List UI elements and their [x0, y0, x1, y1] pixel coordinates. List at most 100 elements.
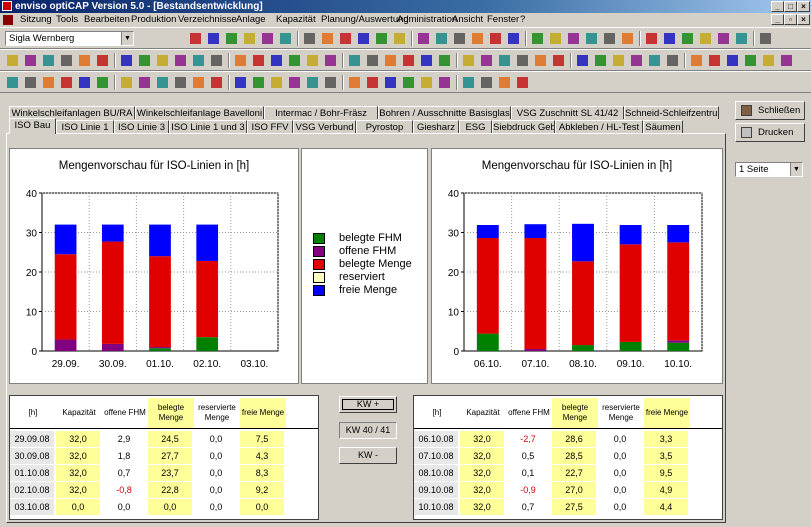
tab-row2-10[interactable]: Siebdruck Geb.5 [492, 120, 555, 133]
menu-item-11[interactable]: Fenster [487, 13, 519, 27]
tool-icon[interactable] [452, 31, 467, 46]
tool-icon[interactable] [233, 75, 248, 90]
tool-icon[interactable] [533, 53, 548, 68]
tool-icon[interactable] [242, 31, 257, 46]
tab-row2-7[interactable]: Pyrostop [356, 120, 413, 133]
maximize-button[interactable]: □ [784, 1, 797, 12]
tool-icon[interactable] [323, 75, 338, 90]
menu-item-12[interactable]: ? [520, 13, 525, 27]
tool-icon[interactable] [662, 31, 677, 46]
pages-combo[interactable]: 1 Seite ▼ [735, 162, 803, 177]
tool-icon[interactable] [137, 75, 152, 90]
tab-row2-5[interactable]: ISO FFV [247, 120, 293, 133]
menu-item-7[interactable]: Kapazität [276, 13, 316, 27]
menu-item-5[interactable]: Verzeichnisse [178, 13, 237, 27]
tool-icon[interactable] [95, 75, 110, 90]
tool-icon[interactable] [23, 75, 38, 90]
tab-row2-1[interactable]: ISO Bau [9, 118, 56, 134]
kw-minus-button[interactable]: KW - [339, 447, 397, 464]
tool-icon[interactable] [479, 53, 494, 68]
tool-icon[interactable] [761, 53, 776, 68]
tool-icon[interactable] [224, 31, 239, 46]
menu-item-9[interactable]: Administration [397, 13, 457, 27]
tool-icon[interactable] [173, 75, 188, 90]
tab-row2-4[interactable]: ISO Linie 1 und 3 [169, 120, 247, 133]
print-button[interactable]: Drucken [735, 123, 805, 142]
chevron-down-icon[interactable]: ▼ [121, 32, 133, 45]
tool-icon[interactable] [260, 31, 275, 46]
menu-item-3[interactable]: Bearbeiten [84, 13, 130, 27]
tool-icon[interactable] [647, 53, 662, 68]
tool-icon[interactable] [119, 53, 134, 68]
tool-icon[interactable] [419, 53, 434, 68]
tool-icon[interactable] [23, 53, 38, 68]
tool-icon[interactable] [209, 75, 224, 90]
tool-icon[interactable] [734, 31, 749, 46]
tool-icon[interactable] [191, 75, 206, 90]
tool-icon[interactable] [77, 75, 92, 90]
tool-icon[interactable] [551, 53, 566, 68]
tool-icon[interactable] [287, 53, 302, 68]
mdi-restore-button[interactable]: ▫ [784, 14, 797, 25]
tool-icon[interactable] [59, 53, 74, 68]
tool-icon[interactable] [401, 53, 416, 68]
tab-row2-3[interactable]: ISO Linie 3 [114, 120, 169, 133]
tool-icon[interactable] [707, 53, 722, 68]
menu-item-8[interactable]: Planung/Auswertung [321, 13, 409, 27]
tool-icon[interactable] [269, 75, 284, 90]
tool-icon[interactable] [302, 31, 317, 46]
tab-row2-8[interactable]: Giesharz [413, 120, 459, 133]
tool-icon[interactable] [95, 53, 110, 68]
tool-icon[interactable] [77, 53, 92, 68]
menu-item-2[interactable]: Tools [56, 13, 78, 27]
tab-row1-3[interactable]: Intermac / Bohr-Fräsz [264, 106, 378, 119]
tool-icon[interactable] [347, 53, 362, 68]
tool-icon[interactable] [305, 75, 320, 90]
tool-icon[interactable] [461, 53, 476, 68]
tool-icon[interactable] [725, 53, 740, 68]
tool-icon[interactable] [137, 53, 152, 68]
tool-icon[interactable] [470, 31, 485, 46]
tool-icon[interactable] [383, 75, 398, 90]
tool-icon[interactable] [155, 75, 170, 90]
tool-icon[interactable] [689, 53, 704, 68]
tab-row2-6[interactable]: VSG Verbund [293, 120, 356, 133]
tab-row2-12[interactable]: Säumen [643, 120, 683, 133]
tool-icon[interactable] [593, 53, 608, 68]
tool-icon[interactable] [419, 75, 434, 90]
tool-icon[interactable] [416, 31, 431, 46]
tool-icon[interactable] [173, 53, 188, 68]
tool-icon[interactable] [155, 53, 170, 68]
tool-icon[interactable] [278, 31, 293, 46]
tool-icon[interactable] [269, 53, 284, 68]
tool-icon[interactable] [461, 75, 476, 90]
tool-icon[interactable] [530, 31, 545, 46]
kw-plus-button[interactable]: KW + [339, 396, 397, 413]
tool-icon[interactable] [515, 53, 530, 68]
tool-icon[interactable] [758, 31, 773, 46]
tool-icon[interactable] [716, 31, 731, 46]
tool-icon[interactable] [41, 53, 56, 68]
tool-icon[interactable] [305, 53, 320, 68]
tool-icon[interactable] [437, 53, 452, 68]
menu-item-6[interactable]: Anlage [236, 13, 266, 27]
tool-icon[interactable] [620, 31, 635, 46]
tool-icon[interactable] [323, 53, 338, 68]
mdi-close-button[interactable]: × [797, 14, 810, 25]
tool-icon[interactable] [191, 53, 206, 68]
chevron-down-icon[interactable]: ▼ [790, 163, 802, 176]
tool-icon[interactable] [566, 31, 581, 46]
menu-item-4[interactable]: Produktion [131, 13, 176, 27]
tab-row2-11[interactable]: Abkleben / HL-Test [555, 120, 643, 133]
tool-icon[interactable] [338, 31, 353, 46]
tab-row1-4[interactable]: Bohren / Ausschnitte Basisglas [378, 106, 511, 119]
close-button[interactable]: × [797, 1, 810, 12]
tool-icon[interactable] [233, 53, 248, 68]
site-combo[interactable]: Sigla Wernberg ▼ [5, 31, 134, 46]
tool-icon[interactable] [365, 53, 380, 68]
tool-icon[interactable] [119, 75, 134, 90]
tool-icon[interactable] [680, 31, 695, 46]
tool-icon[interactable] [287, 75, 302, 90]
tool-icon[interactable] [743, 53, 758, 68]
tool-icon[interactable] [515, 75, 530, 90]
